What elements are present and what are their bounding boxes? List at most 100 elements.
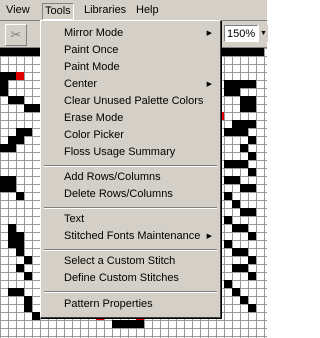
menu-libraries[interactable]: Libraries	[82, 3, 128, 18]
stitch-cell	[248, 136, 256, 144]
menu-item-label: Color Picker	[64, 129, 124, 141]
menu-tools[interactable]: Tools	[42, 3, 74, 20]
stitch-cell	[8, 232, 16, 240]
menu-view[interactable]: View	[4, 3, 32, 18]
menu-item-label: Add Rows/Columns	[64, 171, 161, 183]
stitch-cell	[240, 120, 248, 128]
stitch-cell	[232, 88, 240, 96]
stitch-cell	[240, 184, 248, 192]
stitch-cell	[248, 272, 256, 280]
tools-dropdown-menu: Mirror Mode ▶ Paint Once Paint Mode Center ▶ C…	[40, 20, 221, 318]
stitch-cell	[248, 96, 256, 104]
stitch-cell	[248, 168, 256, 176]
menu-item-center[interactable]: Center ▶	[43, 76, 218, 93]
stitch-cell	[24, 304, 32, 312]
stitch-cell	[16, 240, 24, 248]
stitch-cell	[136, 320, 144, 328]
stitch-cell	[240, 80, 248, 88]
stitch-cell	[248, 120, 256, 128]
stitch-cell	[240, 264, 248, 272]
stitch-cell	[256, 48, 264, 56]
menu-item-label: Erase Mode	[64, 112, 124, 124]
menu-item-add-rows-columns[interactable]: Add Rows/Columns	[43, 169, 218, 186]
stitch-cell	[16, 48, 24, 56]
menu-item-delete-rows-columns[interactable]: Delete Rows/Columns	[43, 186, 218, 203]
stitch-cell	[32, 48, 40, 56]
stitch-cell	[112, 320, 120, 328]
menu-item-paint-mode[interactable]: Paint Mode	[43, 59, 218, 76]
menu-item-floss-usage-summary[interactable]: Floss Usage Summary	[43, 144, 218, 161]
menu-item-select-a-custom-stitch[interactable]: Select a Custom Stitch	[43, 253, 218, 270]
submenu-arrow-icon: ▶	[206, 30, 212, 37]
stitch-cell	[224, 128, 232, 136]
stitch-cell	[232, 120, 240, 128]
zoom-select[interactable]: 150%	[224, 25, 258, 42]
stitch-cell	[8, 240, 16, 248]
stitch-cell	[8, 176, 16, 184]
chevron-down-icon[interactable]: ▼	[258, 25, 268, 42]
menu-item-stitched-fonts-maintenance[interactable]: Stitched Fonts Maintenance ▶	[43, 228, 218, 245]
stitch-cell	[8, 72, 16, 80]
stitch-cell	[232, 264, 240, 272]
stitch-cell	[240, 48, 248, 56]
menu-item-label: Delete Rows/Columns	[64, 188, 173, 200]
menu-item-define-custom-stitches[interactable]: Define Custom Stitches	[43, 270, 218, 287]
stitch-cell	[24, 296, 32, 304]
menu-bar: View Tools Libraries Help	[0, 0, 267, 21]
menu-item-text[interactable]: Text	[43, 211, 218, 228]
submenu-arrow-icon: ▶	[206, 81, 212, 88]
stitch-cell	[232, 48, 240, 56]
stitch-cell	[248, 104, 256, 112]
menu-item-color-picker[interactable]: Color Picker	[43, 127, 218, 144]
stitch-cell	[16, 248, 24, 256]
stitch-cell	[32, 312, 40, 320]
stitch-cell	[248, 80, 256, 88]
stitch-cell	[16, 136, 24, 144]
stitch-cell	[232, 80, 240, 88]
stitch-cell	[0, 176, 8, 184]
menu-item-label: Stitched Fonts Maintenance	[64, 230, 201, 242]
menu-separator	[44, 165, 217, 167]
stitch-cell	[224, 176, 232, 184]
stitch-cell	[248, 304, 256, 312]
menu-item-label: Define Custom Stitches	[64, 272, 179, 284]
menu-item-paint-once[interactable]: Paint Once	[43, 42, 218, 59]
stitch-cell	[16, 128, 24, 136]
menu-item-label: Paint Once	[64, 44, 119, 56]
stitch-cell-red	[16, 72, 24, 80]
scissors-icon[interactable]: ✂	[5, 24, 27, 46]
stitch-cell	[8, 136, 16, 144]
stitch-cell	[224, 160, 232, 168]
menu-item-label: Select a Custom Stitch	[64, 255, 176, 267]
menu-item-pattern-properties[interactable]: Pattern Properties	[43, 296, 218, 313]
menu-item-label: Center	[64, 78, 98, 90]
menu-item-label: Clear Unused Palette Colors	[64, 95, 204, 107]
menu-item-mirror-mode[interactable]: Mirror Mode ▶	[43, 25, 218, 42]
menu-item-erase-mode[interactable]: Erase Mode	[43, 110, 218, 127]
stitch-cell	[0, 80, 8, 88]
stitch-cell	[232, 160, 240, 168]
stitch-cell	[248, 48, 256, 56]
stitch-cell	[0, 184, 8, 192]
stitch-cell	[128, 320, 136, 328]
stitch-cell	[24, 128, 32, 136]
stitch-cell	[240, 104, 248, 112]
menu-item-label: Floss Usage Summary	[64, 146, 176, 158]
menu-separator	[44, 249, 217, 251]
stitch-cell	[120, 320, 128, 328]
stitch-cell	[224, 88, 232, 96]
stitch-cell	[240, 296, 248, 304]
menu-item-label: Paint Mode	[64, 61, 120, 73]
stitch-cell	[24, 272, 32, 280]
menu-separator	[44, 207, 217, 209]
stitch-cell	[232, 288, 240, 296]
submenu-arrow-icon: ▶	[206, 233, 212, 240]
stitch-cell	[0, 72, 8, 80]
stitch-cell	[248, 208, 256, 216]
stitch-cell	[16, 96, 24, 104]
stitch-cell	[240, 224, 248, 232]
menu-item-clear-unused-palette-colors[interactable]: Clear Unused Palette Colors	[43, 93, 218, 110]
menu-help[interactable]: Help	[134, 3, 161, 18]
stitch-cell	[248, 232, 256, 240]
stitch-cell	[240, 208, 248, 216]
